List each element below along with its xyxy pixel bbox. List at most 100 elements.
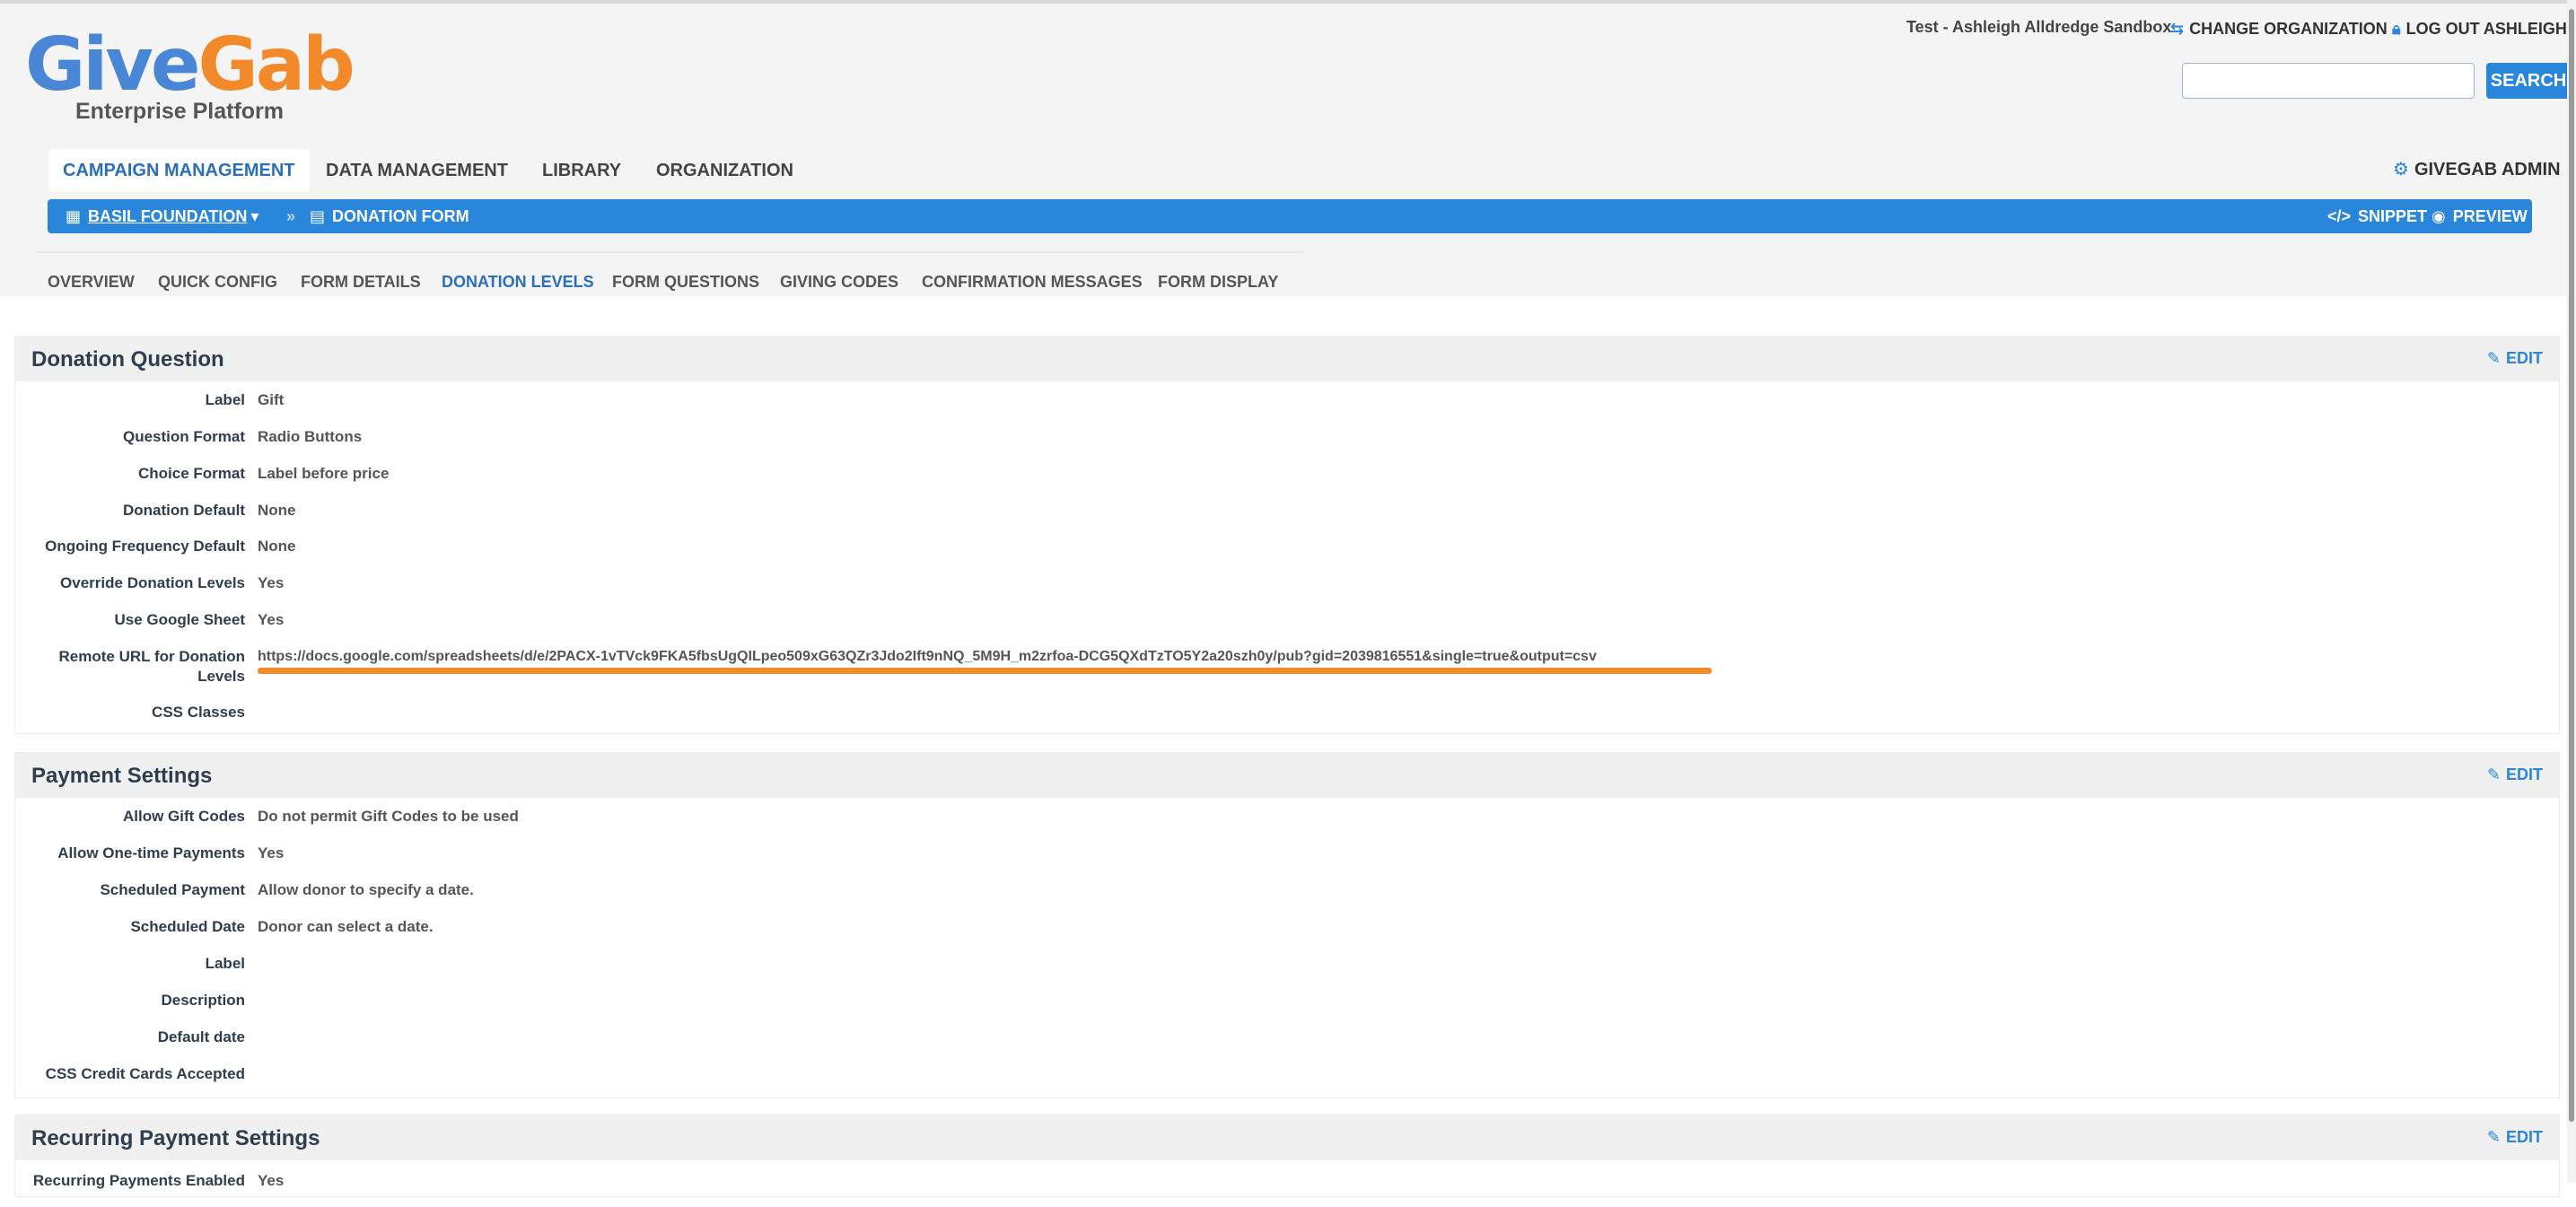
field-label: Default date <box>157 1028 245 1045</box>
field-value: Do not permit Gift Codes to be used <box>258 808 519 825</box>
edit-label: EDIT <box>2505 1128 2543 1146</box>
field-row: Label <box>15 954 2559 990</box>
edit-label: EDIT <box>2505 765 2543 783</box>
breadcrumb-page: ▤ DONATION FORM <box>310 199 469 233</box>
change-org-link[interactable]: ⇆ CHANGE ORGANIZATION <box>2170 20 2388 39</box>
subnav-form-questions[interactable]: FORM QUESTIONS <box>612 273 759 292</box>
field-row: Allow Gift Codes Do not permit Gift Codes… <box>15 807 2559 843</box>
section-title: Donation Question <box>31 347 224 372</box>
field-label: Choice Format <box>137 465 245 482</box>
edit-button[interactable]: ✎ EDIT <box>2487 349 2543 368</box>
recurring-payment-section: Recurring Payment Settings ✎ EDIT Recurri… <box>14 1115 2560 1197</box>
snippet-label: SNIPPET <box>2358 207 2428 225</box>
code-icon: </> <box>2327 207 2352 225</box>
field-label: Scheduled Payment <box>100 881 245 898</box>
tab-library[interactable]: LIBRARY <box>542 149 621 192</box>
logo-give: Give <box>25 22 200 108</box>
field-row: Label Gift <box>15 390 2559 426</box>
subnav-form-display[interactable]: FORM DISPLAY <box>1158 273 1278 292</box>
field-row: Override Donation Levels Yes <box>15 573 2559 609</box>
lock-icon: 🔒︎ <box>2392 20 2401 38</box>
field-row: Description <box>15 991 2559 1027</box>
subnav-divider <box>36 251 1303 253</box>
logo-subtitle: Enterprise Platform <box>75 99 285 124</box>
donation-question-section: Donation Question ✎ EDIT Label Gift Questi… <box>14 336 2560 734</box>
tab-organization[interactable]: ORGANIZATION <box>656 149 793 192</box>
field-label: Donation Default <box>123 502 245 519</box>
snippet-button[interactable]: </> SNIPPET <box>2327 199 2427 233</box>
subnav-form-details[interactable]: FORM DETAILS <box>301 273 421 292</box>
section-title: Recurring Payment Settings <box>31 1126 320 1150</box>
givegab-logo[interactable]: GiveGab Enterprise Platform <box>25 22 355 125</box>
search-input[interactable] <box>2182 63 2475 99</box>
subnav-confirmation-messages[interactable]: CONFIRMATION MESSAGES <box>922 273 1143 292</box>
field-row: Scheduled Date Donor can select a date. <box>15 917 2559 953</box>
subnav-overview[interactable]: OVERVIEW <box>48 273 135 292</box>
breadcrumb-org[interactable]: ▦ BASIL FOUNDATION ▾ <box>66 199 258 233</box>
field-value: Yes <box>258 611 285 628</box>
field-label: Question Format <box>122 428 245 445</box>
edit-button[interactable]: ✎ EDIT <box>2487 765 2543 784</box>
field-row: CSS Credit Cards Accepted <box>15 1064 2559 1100</box>
field-label: Label <box>205 391 245 408</box>
search-button[interactable]: SEARCH <box>2486 63 2571 99</box>
logout-link[interactable]: 🔒︎ LOG OUT ASHLEIGH <box>2392 20 2567 39</box>
page-scrollbar[interactable] <box>2567 0 2576 1183</box>
gear-icon: ⚙ <box>2393 160 2409 179</box>
field-label: Allow Gift Codes <box>123 808 245 825</box>
section-header: Payment Settings ✎ EDIT <box>15 753 2559 798</box>
field-row: Use Google Sheet Yes <box>15 610 2559 646</box>
org-name: Test - Ashleigh Alldredge Sandbox <box>1906 18 2172 36</box>
tab-data-management[interactable]: DATA MANAGEMENT <box>326 149 508 192</box>
logo-gab: Gab <box>197 22 355 108</box>
field-row: Choice Format Label before price <box>15 464 2559 500</box>
subnav-donation-levels[interactable]: DONATION LEVELS <box>442 273 594 292</box>
logo-wordmark: GiveGab <box>25 22 355 108</box>
subnav-giving-codes[interactable]: GIVING CODES <box>780 273 898 292</box>
field-value: Donor can select a date. <box>258 918 434 935</box>
field-label: CSS Classes <box>152 704 245 721</box>
field-label: Ongoing Frequency Default <box>45 538 245 555</box>
field-row: Scheduled Payment Allow donor to specify … <box>15 880 2559 916</box>
field-row: CSS Classes <box>15 703 2559 739</box>
pencil-icon: ✎ <box>2486 349 2501 367</box>
pencil-icon: ✎ <box>2486 1128 2501 1146</box>
field-label: CSS Credit Cards Accepted <box>45 1065 245 1082</box>
field-label: Label <box>205 955 245 972</box>
field-value: Label before price <box>258 465 390 482</box>
chevron-down-icon: ▾ <box>250 207 259 225</box>
subnav-quick-config[interactable]: QUICK CONFIG <box>158 273 277 292</box>
field-value: Allow donor to specify a date. <box>258 881 474 898</box>
field-value: Yes <box>258 844 285 862</box>
breadcrumb-page-label: DONATION FORM <box>332 207 469 225</box>
header: GiveGab Enterprise Platform Test - Ashle… <box>0 4 2576 296</box>
section-title: Payment Settings <box>31 764 213 788</box>
breadcrumb-org-label: BASIL FOUNDATION <box>88 207 248 225</box>
eye-icon: ◉ <box>2431 207 2446 225</box>
givegab-admin-link[interactable]: ⚙ GIVEGAB ADMIN <box>2393 158 2561 180</box>
field-row: Question Format Radio Buttons <box>15 427 2559 463</box>
logout-label: LOG OUT ASHLEIGH <box>2405 20 2567 38</box>
field-value: Gift <box>258 391 285 408</box>
pencil-icon: ✎ <box>2486 765 2501 783</box>
field-label: Remote URL for Donation Levels <box>58 648 245 685</box>
edit-button[interactable]: ✎ EDIT <box>2487 1128 2543 1147</box>
field-value: None <box>258 502 296 519</box>
field-label: Allow One-time Payments <box>57 844 245 862</box>
swap-icon: ⇆ <box>2170 20 2185 38</box>
tab-campaign-management[interactable]: CAMPAIGN MANAGEMENT <box>48 149 310 192</box>
field-row: Allow One-time Payments Yes <box>15 844 2559 879</box>
field-label: Recurring Payments Enabled <box>32 1172 245 1189</box>
section-header: Donation Question ✎ EDIT <box>15 337 2559 381</box>
document-icon: ▤ <box>310 207 326 225</box>
preview-button[interactable]: ◉ PREVIEW <box>2431 199 2528 233</box>
scrollbar-thumb[interactable] <box>2569 9 2574 1122</box>
field-label: Description <box>161 992 245 1009</box>
field-row: Donation Default None <box>15 501 2559 537</box>
field-label: Scheduled Date <box>130 918 245 935</box>
field-label: Override Donation Levels <box>60 574 245 591</box>
field-value: Yes <box>258 1172 285 1189</box>
preview-label: PREVIEW <box>2452 207 2528 225</box>
building-icon: ▦ <box>66 207 82 225</box>
section-header: Recurring Payment Settings ✎ EDIT <box>15 1115 2559 1160</box>
